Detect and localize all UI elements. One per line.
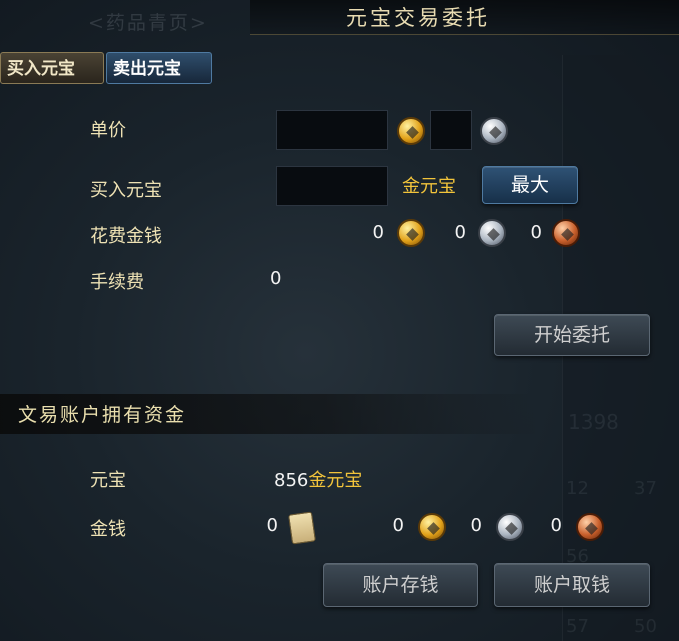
buy-amount-label: 买入元宝 xyxy=(90,180,162,201)
account-section-title: 文易账户拥有资金 xyxy=(18,404,187,426)
background-number: 37 xyxy=(634,478,657,499)
background-number: 57 xyxy=(566,616,589,637)
account-withdraw-button[interactable]: 账户取钱 xyxy=(494,563,650,607)
account-money-silver-value: 0 xyxy=(470,515,482,536)
cost-label: 花费金钱 xyxy=(90,226,162,247)
account-money-scroll-value: 0 xyxy=(266,515,278,536)
cost-silver-value: 0 xyxy=(454,222,466,243)
gold-coin-icon xyxy=(397,219,425,247)
account-money-copper-value: 0 xyxy=(550,515,562,536)
buy-amount-input[interactable] xyxy=(276,166,388,206)
background-heading: <药品青页> xyxy=(88,12,208,34)
scroll-currency-icon xyxy=(288,511,316,545)
background-number: 50 xyxy=(634,616,657,637)
account-deposit-button[interactable]: 账户存钱 xyxy=(323,563,478,607)
unit-price-silver-input[interactable] xyxy=(430,110,472,150)
account-yuanbao-value: 856 xyxy=(274,470,309,491)
unit-price-label: 单价 xyxy=(90,120,126,141)
tab-sell-yuanbao[interactable]: 卖出元宝 xyxy=(106,52,212,84)
gold-coin-icon xyxy=(418,513,446,541)
background-number: 12 xyxy=(566,478,589,499)
window-title: 元宝交易委托 xyxy=(346,6,490,30)
start-commission-button[interactable]: 开始委托 xyxy=(494,314,650,356)
silver-coin-icon xyxy=(496,513,524,541)
gold-coin-icon xyxy=(397,117,425,145)
fee-value: 0 xyxy=(270,268,282,289)
buy-amount-unit: 金元宝 xyxy=(402,176,456,197)
account-yuanbao-label: 元宝 xyxy=(90,470,126,491)
unit-price-gold-input[interactable] xyxy=(276,110,388,150)
account-money-label: 金钱 xyxy=(90,519,126,540)
max-button[interactable]: 最大 xyxy=(482,166,578,204)
silver-coin-icon xyxy=(480,117,508,145)
silver-coin-icon xyxy=(478,219,506,247)
background-number: 1398 xyxy=(568,410,619,434)
cost-copper-value: 0 xyxy=(530,222,542,243)
cost-gold-value: 0 xyxy=(372,222,384,243)
account-money-gold-value: 0 xyxy=(392,515,404,536)
fee-label: 手续费 xyxy=(90,272,144,293)
account-yuanbao-unit: 金元宝 xyxy=(308,470,363,491)
account-yuanbao-row: 856金元宝 xyxy=(274,466,362,492)
copper-coin-icon xyxy=(552,219,580,247)
tab-buy-yuanbao[interactable]: 买入元宝 xyxy=(0,52,104,84)
copper-coin-icon xyxy=(576,513,604,541)
